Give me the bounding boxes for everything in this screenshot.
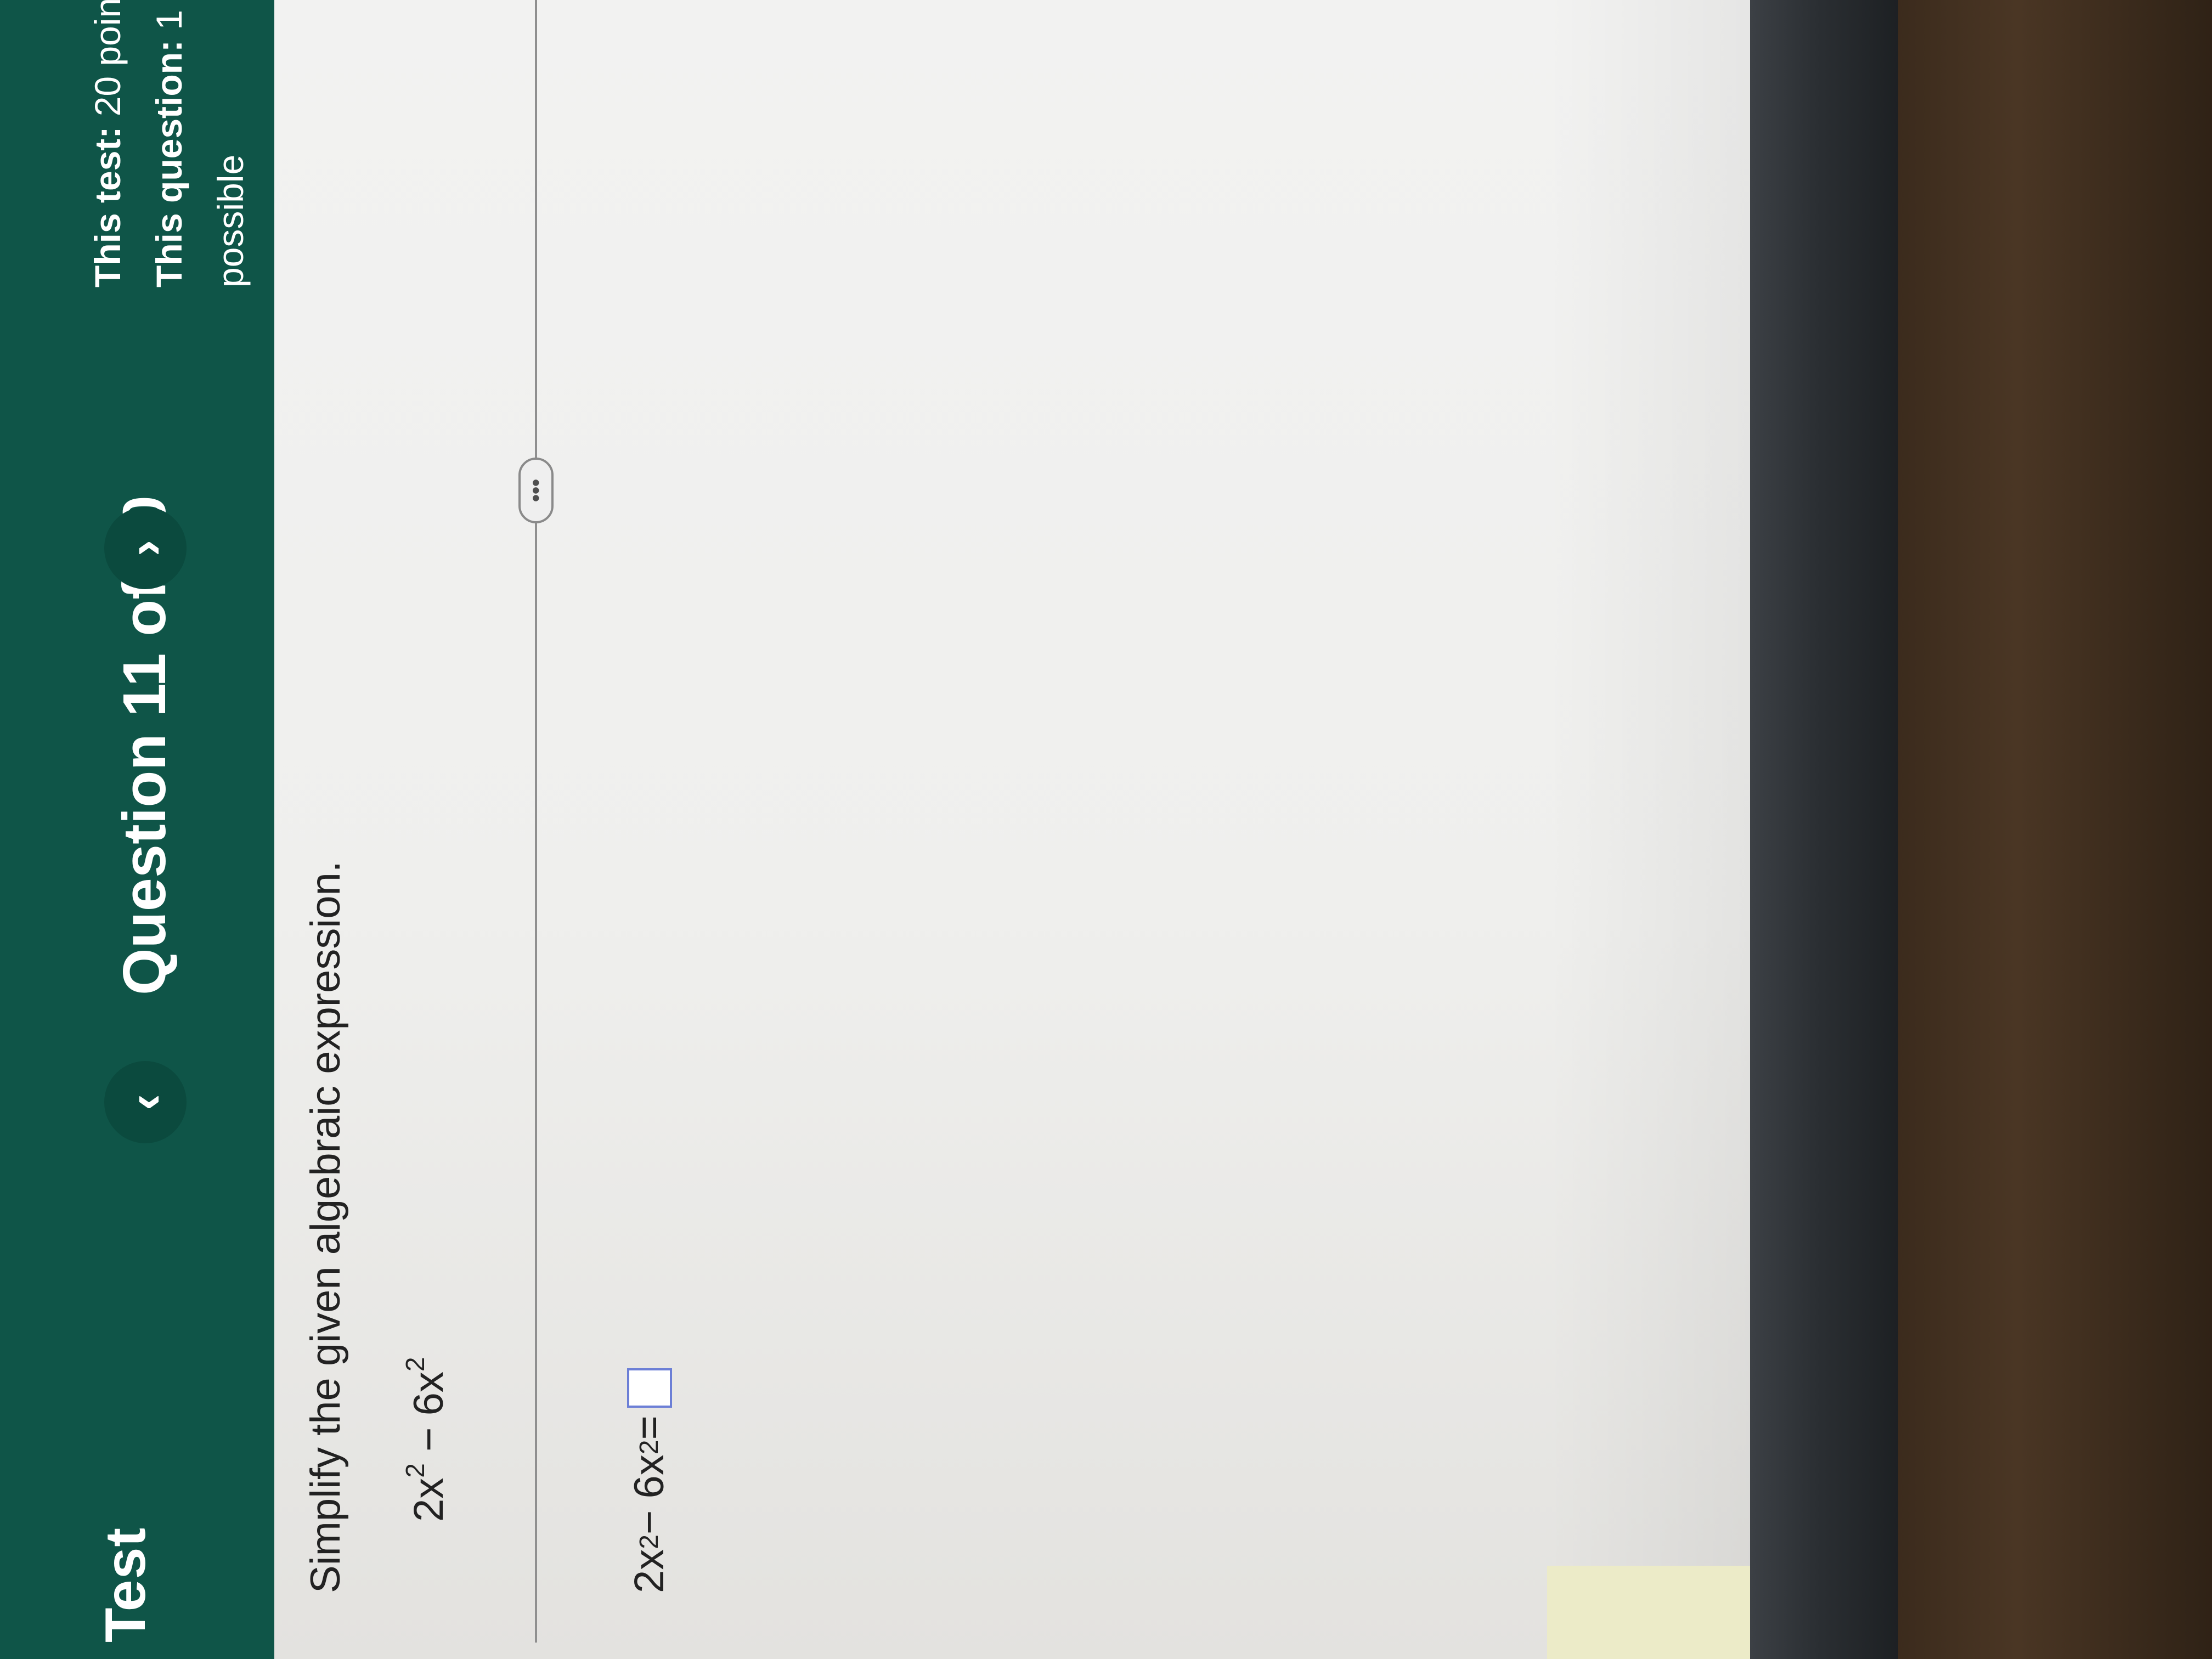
question-points-value: 1 point(s) xyxy=(149,0,189,30)
points-possible: possible xyxy=(210,154,251,287)
page-title: Test xyxy=(94,1527,157,1643)
question-points-label: This question: xyxy=(149,40,189,287)
expression-exponent-2: 2 xyxy=(401,1357,430,1372)
help-panel-strip xyxy=(1547,1566,1750,1659)
points-info: This test: 20 point(s) This question: 1 … xyxy=(77,0,261,287)
ellipsis-icon: ••• xyxy=(523,479,548,503)
test-header: Test ‹ Question 11 of 20 › This test: 20… xyxy=(0,0,274,1659)
chevron-right-icon: › xyxy=(117,540,173,556)
expression-term-2: − 6x xyxy=(405,1372,452,1464)
test-points-value: 20 point(s) xyxy=(87,0,128,117)
previous-question-button[interactable]: ‹ xyxy=(104,1061,187,1143)
expand-more-button[interactable]: ••• xyxy=(518,458,554,523)
question-content: Simplify the given algebraic expression.… xyxy=(274,0,1750,1659)
screen: Test ‹ Question 11 of 20 › This test: 20… xyxy=(0,0,1750,1659)
chevron-left-icon: ‹ xyxy=(117,1094,173,1110)
bottom-area xyxy=(1547,0,1750,1659)
answer-term-2: − 6x xyxy=(626,1454,673,1535)
answer-term-1: 2x xyxy=(626,1549,673,1593)
equals-sign: = xyxy=(626,1415,673,1440)
given-expression: 2x2 − 6x2 xyxy=(400,1357,453,1522)
test-points-label: This test: xyxy=(87,126,128,287)
answer-input[interactable] xyxy=(627,1368,672,1408)
desk-background xyxy=(1887,0,2212,1659)
expression-exponent-1: 2 xyxy=(401,1463,430,1478)
next-question-button[interactable]: › xyxy=(104,507,187,589)
expression-term-1: 2x xyxy=(405,1477,452,1522)
question-prompt: Simplify the given algebraic expression. xyxy=(302,861,349,1593)
section-divider xyxy=(535,0,537,1643)
answer-exponent-2: 2 xyxy=(635,1440,664,1455)
laptop-bezel xyxy=(1750,0,1898,1659)
answer-exponent-1: 2 xyxy=(635,1534,664,1549)
answer-row: 2x 2 − 6x 2 = xyxy=(625,1368,673,1593)
